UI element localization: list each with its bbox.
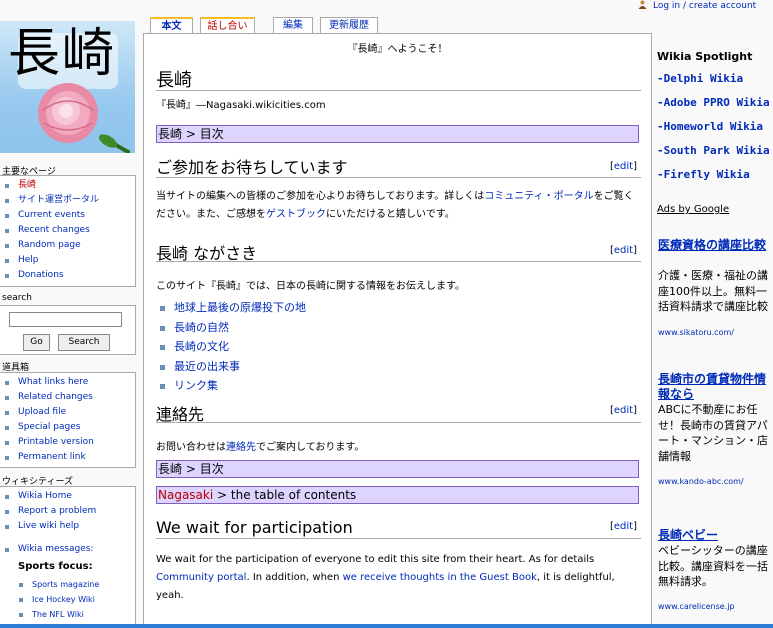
ad-3-title[interactable]: 長崎ベビー — [658, 528, 772, 543]
nav-item-portal[interactable]: サイト運営ポータル — [0, 193, 135, 208]
section-1-rule — [156, 177, 641, 178]
section-2-intro: このサイト『長崎』では、日本の長崎に関する情報をお伝えします。 — [156, 281, 465, 292]
ad-3-body: ベビーシッターの講座比較。講座資料を一括無料請求。 — [658, 544, 768, 588]
nfl-wiki-link[interactable]: The NFL Wiki — [0, 607, 135, 622]
ad-2-body: ABCに不動産にお任せ！長崎市の賃貸アパート・マンション・店舗情報 — [658, 403, 768, 463]
nav-item-current-events[interactable]: Current events — [0, 208, 135, 223]
ad-1-body: 介護・医療・福祉の講座100件以上。無料一括資料請求で講座比較 — [658, 269, 768, 313]
topic-links[interactable]: リンク集 — [158, 376, 306, 396]
section-1-text: 当サイトの編集への皆様のご参加を心よりお待ちしております。詳しくはコミュニティ・… — [156, 191, 634, 220]
tab-history[interactable]: 更新履歴 — [320, 17, 378, 33]
spotlight-firefly[interactable]: -Firefly Wikia — [657, 168, 750, 181]
tab-edit-label: 編集 — [283, 20, 303, 31]
site-notice: 『長崎』へようこそ！ — [347, 44, 448, 55]
toc-link-english[interactable]: Nagasaki — [158, 488, 213, 502]
topic-nature[interactable]: 長崎の自然 — [158, 318, 306, 338]
edit-link-section-4[interactable]: edit — [614, 521, 633, 532]
ad-1-url[interactable]: www.sikatoru.com/ — [658, 328, 734, 337]
spotlight-delphi[interactable]: -Delphi Wikia — [657, 72, 743, 85]
spotlight-title: Wikia Spotlight — [657, 50, 753, 63]
sports-magazine-link[interactable]: Sports magazine — [0, 577, 135, 592]
toc-nagasaki-2: 長崎 > 目次 — [156, 460, 639, 478]
community-portal-link-en[interactable]: Community portal — [156, 572, 246, 583]
toc-link[interactable]: 長崎 — [158, 127, 182, 141]
content-area: 『長崎』へようこそ！ 長崎 『長崎』―Nagasaki.wikicities.c… — [143, 33, 652, 628]
nav-item-nagasaki[interactable]: 長崎 — [0, 178, 135, 193]
tab-article-label: 本文 — [161, 21, 182, 32]
tab-article[interactable]: 本文 — [150, 17, 193, 33]
guestbook-link-en[interactable]: we receive thoughts in the Guest Book — [343, 572, 537, 583]
toolbox-permanent-link[interactable]: Permanent link — [0, 450, 135, 465]
tab-history-label: 更新履歴 — [329, 20, 369, 31]
section-heading-participation: ご参加をお待ちしています — [156, 158, 348, 177]
toolbox-upload-file[interactable]: Upload file — [0, 405, 135, 420]
ad-1-title[interactable]: 医療資格の講座比較 — [658, 238, 772, 253]
ad-3-url[interactable]: www.carelicense.jp — [658, 602, 735, 611]
section-heading-english: We wait for participation — [156, 518, 353, 537]
page-title: 長崎 — [156, 70, 192, 91]
edit-link-section-1[interactable]: edit — [614, 161, 633, 172]
toolbox-printable-version[interactable]: Printable version — [0, 435, 135, 450]
ads-by-google[interactable]: Ads by Google — [657, 204, 729, 215]
topic-atomic-bomb[interactable]: 地球上最後の原爆投下の地 — [158, 298, 306, 318]
toc-link[interactable]: 長崎 — [158, 462, 182, 476]
toc-english: Nagasaki > the table of contents — [156, 486, 639, 504]
toolbox-related-changes[interactable]: Related changes — [0, 390, 135, 405]
nav-item-random-page[interactable]: Random page — [0, 238, 135, 253]
tab-edit[interactable]: 編集 — [273, 17, 313, 33]
tab-discussion[interactable]: 話し合い — [200, 17, 255, 33]
toc-rest-english: > the table of contents — [213, 488, 357, 502]
page-subtitle: 『長崎』―Nagasaki.wikicities.com — [156, 100, 326, 111]
right-column: Wikia Spotlight -Delphi Wikia -Adobe PPR… — [655, 0, 773, 628]
topic-list: 地球上最後の原爆投下の地 長崎の自然 長崎の文化 最近の出来事 リンク集 — [158, 298, 306, 396]
search-input[interactable] — [9, 312, 122, 327]
wikia-home-link[interactable]: Wikia Home — [0, 489, 135, 504]
guestbook-link-jp[interactable]: ゲストブック — [266, 209, 326, 220]
ad-2-title[interactable]: 長崎市の賃貸物件情報なら — [658, 372, 772, 402]
ad-2-url[interactable]: www.kando-abc.com/ — [658, 477, 744, 486]
nav-item-recent-changes[interactable]: Recent changes — [0, 223, 135, 238]
section-4-text: We wait for the participation of everyon… — [156, 554, 615, 601]
sports-focus-label: Sports focus: — [18, 561, 93, 572]
toc-rest: > 目次 — [182, 462, 224, 476]
section-4-rule — [156, 538, 641, 539]
edit-link-section-2[interactable]: edit — [614, 245, 633, 256]
toc-nagasaki-1: 長崎 > 目次 — [156, 125, 639, 143]
report-problem-link[interactable]: Report a problem — [0, 504, 135, 519]
site-logo[interactable]: 長崎 — [0, 21, 135, 153]
section-3-text: お問い合わせは連絡先でご案内しております。 — [156, 442, 365, 453]
toolbox-what-links-here[interactable]: What links here — [0, 375, 135, 390]
title-rule — [156, 90, 641, 91]
nav-portlet: 長崎 サイト運営ポータル Current events Recent chang… — [0, 175, 136, 287]
wikia-messages-link[interactable]: Wikia messages: — [0, 542, 135, 557]
nav-item-help[interactable]: Help — [0, 253, 135, 268]
ice-hockey-wiki-link[interactable]: Ice Hockey Wiki — [0, 592, 135, 607]
edit-link-section-3[interactable]: edit — [614, 405, 633, 416]
topic-recent-events[interactable]: 最近の出来事 — [158, 357, 306, 377]
spotlight-south-park[interactable]: -South Park Wikia — [657, 144, 770, 157]
toolbox-portlet: What links here Related changes Upload f… — [0, 372, 136, 468]
nav-item-donations[interactable]: Donations — [0, 268, 135, 283]
tab-discussion-label: 話し合い — [207, 21, 248, 32]
bottom-bar — [0, 624, 773, 628]
logo-text: 長崎 — [8, 24, 117, 84]
search-title: search — [2, 293, 32, 303]
contact-link[interactable]: 連絡先 — [226, 442, 256, 453]
section-2-rule — [156, 261, 641, 262]
wikicities-portlet: Wikia Home Report a problem Live wiki he… — [0, 486, 136, 628]
go-button[interactable]: Go — [23, 334, 50, 351]
user-icon — [638, 0, 647, 9]
toolbox-special-pages[interactable]: Special pages — [0, 420, 135, 435]
section-3-rule — [156, 422, 641, 423]
spotlight-adobe-ppro[interactable]: -Adobe PPRO Wikia — [657, 96, 770, 109]
search-portlet: Go Search — [0, 305, 136, 355]
search-button[interactable]: Search — [58, 334, 110, 351]
toc-rest: > 目次 — [182, 127, 224, 141]
spotlight-homeworld[interactable]: -Homeworld Wikia — [657, 120, 763, 133]
topic-culture[interactable]: 長崎の文化 — [158, 337, 306, 357]
community-portal-link-jp[interactable]: コミュニティ・ポータル — [484, 191, 593, 202]
live-wiki-help-link[interactable]: Live wiki help — [0, 519, 135, 534]
camellia-flower-icon — [38, 83, 130, 153]
